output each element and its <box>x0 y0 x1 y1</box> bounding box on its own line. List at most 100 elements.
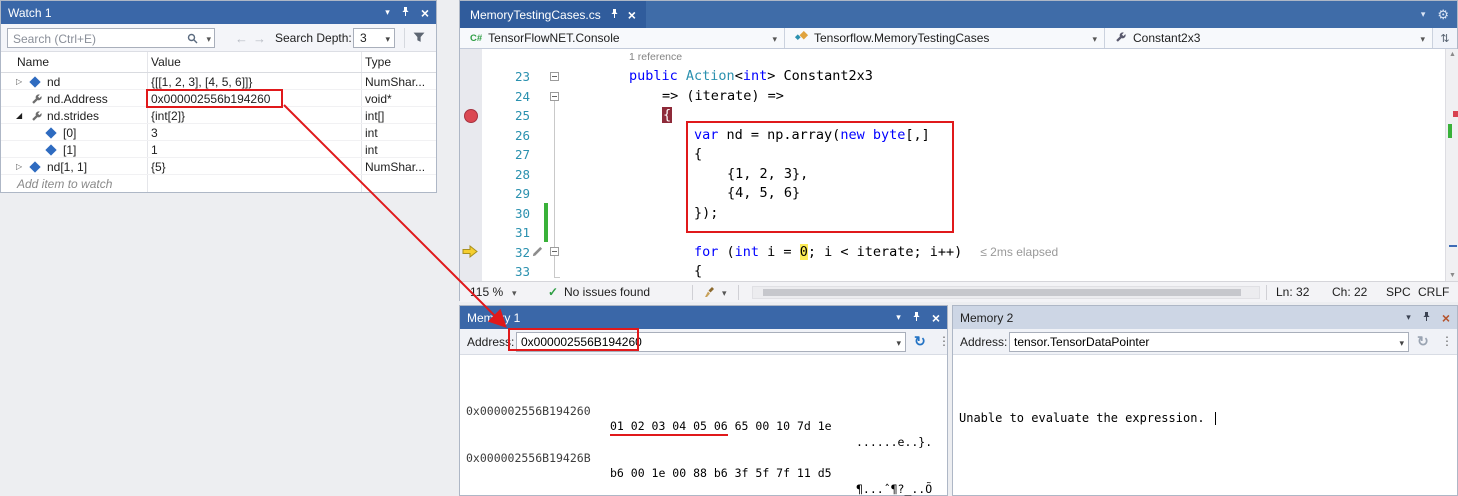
tab-list-chevron-icon[interactable]: ▾ <box>1421 10 1426 19</box>
address-input[interactable] <box>517 334 885 350</box>
memory2-content[interactable]: Unable to evaluate the expression. <box>953 355 1457 495</box>
refresh-icon[interactable]: ↻ <box>914 333 926 350</box>
property-icon <box>31 93 43 108</box>
tab-memorytestingcases[interactable]: MemoryTestingCases.cs × <box>460 1 646 28</box>
text-caret <box>1215 412 1217 425</box>
close-icon[interactable]: × <box>628 8 636 22</box>
member-dropdown[interactable]: Constant2x3 ▾ <box>1105 28 1433 48</box>
pin-icon[interactable] <box>911 311 922 325</box>
memory1-toolbar: Address: ▾ ↻ ⋮ <box>460 329 947 355</box>
column-header-value[interactable]: Value <box>151 55 181 69</box>
chevron-down-icon[interactable]: ▾ <box>1399 339 1404 348</box>
health-status-text[interactable]: No issues found <box>564 285 650 299</box>
editor-status-bar: 115 % ▾ ✓ No issues found ▾ Ln: 32 Ch: 2… <box>460 281 1458 302</box>
table-row-strides-0[interactable]: [0] 3 int <box>1 124 436 141</box>
refresh-icon[interactable]: ↻ <box>1417 333 1429 350</box>
status-separator <box>692 285 693 300</box>
horizontal-scrollbar-thumb[interactable] <box>763 289 1241 296</box>
memory-bytes: 01 02 03 04 05 06 65 00 10 7d 1e <box>610 419 832 435</box>
column-header-name[interactable]: Name <box>17 55 49 69</box>
search-input[interactable] <box>8 30 168 47</box>
window-position-icon[interactable]: ▾ <box>896 313 901 322</box>
pin-icon[interactable] <box>400 6 411 20</box>
search-box[interactable]: ▾ <box>7 28 215 48</box>
memory1-titlebar: Memory 1 ▾ × <box>460 306 947 329</box>
search-depth-select[interactable]: 3 ▾ <box>353 28 395 48</box>
project-dropdown[interactable]: C# TensorFlowNET.Console ▾ <box>460 28 785 48</box>
watch-value: 1 <box>151 143 158 157</box>
search-depth-value: 3 <box>360 31 367 45</box>
line-number: 28 <box>482 165 530 185</box>
code-editor-surface[interactable]: 1 reference 23 public Action<int> Consta… <box>460 49 1458 281</box>
code-line-31: 31 <box>460 223 1444 243</box>
status-line: Ln: 32 <box>1276 285 1309 299</box>
chevron-down-icon: ▾ <box>1420 35 1425 44</box>
window-position-icon[interactable]: ▾ <box>385 8 390 17</box>
add-watch-row[interactable]: Add item to watch <box>1 175 436 192</box>
codelens-row: 1 reference <box>460 49 1444 69</box>
scroll-up-icon[interactable]: ▲ <box>1449 51 1456 58</box>
current-value-highlight: 0 <box>800 244 808 260</box>
line-number: 26 <box>482 126 530 146</box>
expand-collapsed-icon[interactable]: ▷ <box>16 77 22 86</box>
table-row-strides-1[interactable]: [1] 1 int <box>1 141 436 158</box>
member-name: Constant2x3 <box>1133 31 1200 45</box>
line-number: 25 <box>482 106 530 126</box>
address-label: Address: <box>467 335 514 349</box>
scroll-down-icon[interactable]: ▼ <box>1449 272 1456 279</box>
expand-collapsed-icon[interactable]: ▷ <box>16 162 22 171</box>
expand-expanded-icon[interactable]: ◢ <box>16 111 22 120</box>
chevron-down-icon[interactable]: ▾ <box>512 289 517 298</box>
outline-collapse-box[interactable] <box>550 92 559 101</box>
horizontal-scrollbar[interactable] <box>752 286 1260 299</box>
code-cleanup-icon[interactable] <box>704 286 717 301</box>
pin-icon[interactable] <box>1421 311 1432 325</box>
pin-icon[interactable] <box>609 8 620 22</box>
search-forward-icon[interactable]: → <box>253 31 266 46</box>
search-back-icon[interactable]: ← <box>235 31 248 46</box>
toolbar-overflow-icon[interactable]: ⋮ <box>938 334 950 348</box>
gear-icon[interactable]: ⚙ <box>1437 7 1449 23</box>
vertical-scrollbar[interactable]: ▲ ▼ <box>1445 49 1458 281</box>
window-position-icon[interactable]: ▾ <box>1406 313 1411 322</box>
close-icon[interactable]: × <box>421 6 429 20</box>
codelens-references[interactable]: 1 reference <box>629 51 682 63</box>
search-options-chevron-icon[interactable]: ▾ <box>206 35 211 44</box>
outline-collapse-box[interactable] <box>550 247 559 256</box>
csharp-project-icon: C# <box>470 33 482 44</box>
table-row-nd-strides[interactable]: ◢ nd.strides {int[2]} int[] <box>1 107 436 124</box>
column-header-type[interactable]: Type <box>365 55 391 69</box>
address-input[interactable] <box>1010 334 1388 350</box>
code-line-28: 28 {1, 2, 3}, <box>460 165 1444 185</box>
toolbar-overflow-icon[interactable]: ⋮ <box>1441 334 1453 348</box>
table-row-nd[interactable]: ▷ nd {[[1, 2, 3], [4, 5, 6]]} NumShar... <box>1 73 436 90</box>
address-combo[interactable]: ▾ <box>1009 332 1409 352</box>
memory1-panel: Memory 1 ▾ × Address: ▾ ↻ ⋮ 0x000002556B… <box>459 305 948 496</box>
close-icon[interactable]: × <box>932 311 940 325</box>
add-item-label[interactable]: Add item to watch <box>17 177 112 191</box>
navigation-bar: C# TensorFlowNET.Console ▾ Tensorflow.Me… <box>460 28 1457 49</box>
split-editor-icon[interactable]: ⇅ <box>1433 28 1457 48</box>
filter-icon[interactable] <box>413 32 425 46</box>
perf-tip[interactable]: ≤ 2ms elapsed <box>980 245 1058 259</box>
chevron-down-icon[interactable]: ▾ <box>896 339 901 348</box>
memory-row: 0x000002556B194276 0a 3a 11 7d 1f b6 55 … <box>460 482 947 496</box>
scrollbar-change-marker <box>1448 124 1452 138</box>
memory-dump[interactable]: 0x000002556B194260 01 02 03 04 05 06 65 … <box>460 355 947 495</box>
chevron-down-icon[interactable]: ▾ <box>722 289 727 298</box>
table-row-nd-1-1[interactable]: ▷ nd[1, 1] {5} NumShar... <box>1 158 436 175</box>
outline-collapse-box[interactable] <box>550 72 559 81</box>
current-statement-arrow-icon[interactable] <box>462 245 478 261</box>
watch-value: {[[1, 2, 3], [4, 5, 6]]} <box>151 75 252 89</box>
health-check-icon[interactable]: ✓ <box>548 285 558 299</box>
breakpoint-icon[interactable] <box>464 109 478 123</box>
close-icon[interactable]: × <box>1442 311 1450 325</box>
zoom-select[interactable]: 115 % <box>470 285 503 299</box>
class-dropdown[interactable]: Tensorflow.MemoryTestingCases ▾ <box>785 28 1105 48</box>
address-combo[interactable]: ▾ <box>516 332 906 352</box>
class-name: Tensorflow.MemoryTestingCases <box>814 31 989 45</box>
watch-value: 3 <box>151 126 158 140</box>
memory2-title: Memory 2 <box>960 311 1406 325</box>
table-row-nd-address[interactable]: nd.Address 0x000002556b194260 void* <box>1 90 436 107</box>
memory-address: 0x000002556B19426B <box>466 451 591 467</box>
